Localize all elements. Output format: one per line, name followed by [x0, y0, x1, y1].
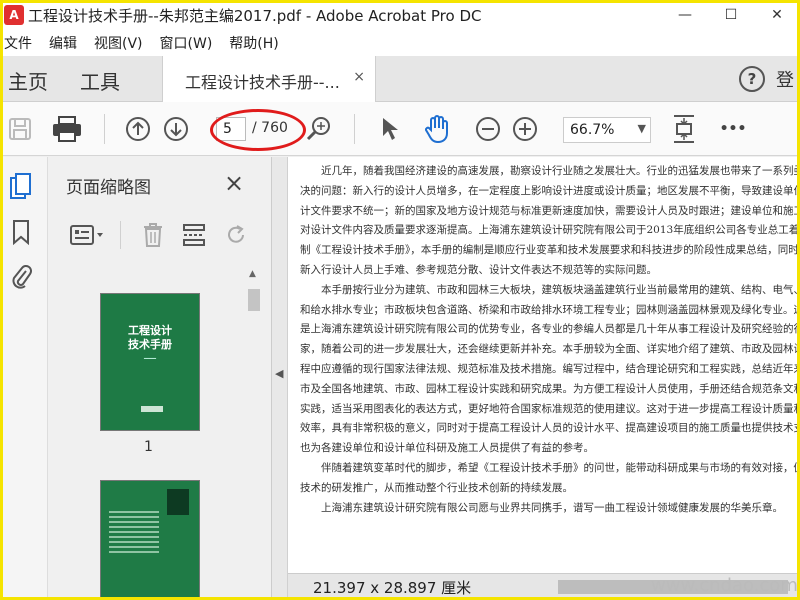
scrollbar-thumb[interactable]: [248, 289, 260, 311]
attachments-icon[interactable]: [8, 261, 34, 291]
menu-view[interactable]: 视图(V): [94, 33, 143, 53]
panel-collapse-strip[interactable]: ◀: [272, 157, 288, 600]
acrobat-app-icon[interactable]: A: [4, 5, 24, 25]
tab-home[interactable]: 主页: [8, 66, 48, 95]
zoom-out-icon[interactable]: [474, 115, 502, 143]
title-bar: A 工程设计技术手册--朱邦范主编2017.pdf - Adobe Acroba…: [0, 0, 800, 30]
page-dimensions: 21.397 x 28.897 厘米: [313, 579, 472, 597]
menu-window[interactable]: 窗口(W): [160, 33, 213, 53]
page-2-thumbnail[interactable]: [100, 480, 200, 600]
select-cursor-icon[interactable]: [378, 115, 402, 143]
thumbnail-options-icon[interactable]: [70, 221, 106, 249]
zoom-in-icon[interactable]: [511, 115, 539, 143]
document-text: 近几年，随着我国经济建设的高速发展，勘察设计行业随之发展壮大。行业的迅猛发展也带…: [300, 162, 800, 518]
document-view[interactable]: 近几年，随着我国经济建设的高速发展，勘察设计行业随之发展壮大。行业的迅猛发展也带…: [288, 157, 800, 600]
thumbnail-cover-subtitle: ━━━━: [143, 356, 157, 362]
document-paragraph: 上海浦东建筑设计研究院有限公司愿与业界共同携手，谱写一曲工程设计领域健康发展的华…: [321, 501, 783, 514]
thumbnail-page-number: 1: [144, 439, 153, 455]
window-title: 工程设计技术手册--朱邦范主编2017.pdf - Adobe Acrobat …: [28, 6, 482, 25]
tab-close-button[interactable]: ×: [353, 69, 365, 85]
window-controls: — ☐ ✕: [662, 0, 800, 30]
rotate-page-icon[interactable]: [222, 221, 250, 249]
page-thumbnails-icon[interactable]: [8, 171, 34, 201]
collapse-panel-icon[interactable]: ◀: [275, 367, 283, 380]
thumbnail-cover-title: 工程设计 技术手册: [128, 324, 172, 351]
thumbnails-panel: 页面缩略图 × 工程设计 技术手册 ━━━━ 1 ▲: [48, 157, 272, 600]
thumbnail-scrollbar[interactable]: ▲: [246, 269, 262, 600]
document-paragraph: 本手册按行业分为建筑、市政和园林三大板块，建筑板块涵盖建筑行业当前最常用的建筑、…: [300, 283, 800, 455]
page-1-thumbnail[interactable]: 工程设计 技术手册 ━━━━: [100, 293, 200, 431]
menu-bar: 文件 编辑 视图(V) 窗口(W) 帮助(H): [0, 30, 800, 56]
tab-bar: 主页 工具 工程设计技术手册--... × ? 登: [0, 56, 800, 102]
panel-divider: [120, 221, 121, 249]
panel-toolbar: [48, 215, 272, 255]
close-window-button[interactable]: ✕: [754, 0, 800, 30]
panel-title: 页面缩略图: [66, 178, 151, 198]
zoom-level-value: 66.7%: [570, 122, 615, 138]
tab-tools[interactable]: 工具: [80, 66, 120, 95]
sign-in-button[interactable]: 登: [776, 66, 794, 92]
toolbar: 5 / 760 66.7% ▼ •••: [0, 102, 800, 156]
toolbar-divider: [354, 114, 355, 144]
hand-tool-icon[interactable]: [423, 113, 453, 145]
previous-page-icon[interactable]: [124, 115, 152, 143]
document-paragraph: 近几年，随着我国经济建设的高速发展，勘察设计行业随之发展壮大。行业的迅猛发展也带…: [300, 165, 800, 276]
menu-file[interactable]: 文件: [4, 33, 32, 53]
help-icon[interactable]: ?: [739, 66, 765, 92]
menu-help[interactable]: 帮助(H): [229, 33, 278, 53]
fit-page-icon[interactable]: [668, 113, 700, 145]
minimize-button[interactable]: —: [662, 0, 708, 30]
save-icon[interactable]: [6, 115, 34, 143]
author-photo: [167, 489, 189, 515]
zoom-tool-icon[interactable]: [304, 115, 334, 143]
menu-edit[interactable]: 编辑: [49, 33, 77, 53]
tab-document[interactable]: 工程设计技术手册--... ×: [162, 56, 376, 102]
scroll-up-icon[interactable]: ▲: [249, 269, 256, 279]
delete-page-icon[interactable]: [140, 221, 166, 249]
publisher-logo: [141, 406, 163, 412]
maximize-button[interactable]: ☐: [708, 0, 754, 30]
print-icon[interactable]: [50, 114, 84, 144]
panel-close-icon[interactable]: ×: [224, 169, 244, 197]
next-page-icon[interactable]: [162, 115, 190, 143]
toolbar-divider: [104, 114, 105, 144]
navigation-rail: [0, 157, 48, 600]
chevron-down-icon: ▼: [637, 122, 646, 135]
bookmarks-icon[interactable]: [8, 217, 34, 247]
red-highlight-annotation: [210, 109, 306, 151]
tab-document-label: 工程设计技术手册--...: [185, 73, 340, 92]
thumbnail-text-lines: [109, 511, 159, 556]
more-tools-icon[interactable]: •••: [718, 116, 748, 142]
document-paragraph: 伴随着建筑变革时代的脚步，希望《工程设计技术手册》的问世，能带动科研成果与市场的…: [300, 461, 800, 494]
insert-page-icon[interactable]: [180, 221, 208, 249]
zoom-level-dropdown[interactable]: 66.7% ▼: [563, 117, 651, 143]
site-watermark: www.cndao.com: [651, 575, 798, 596]
